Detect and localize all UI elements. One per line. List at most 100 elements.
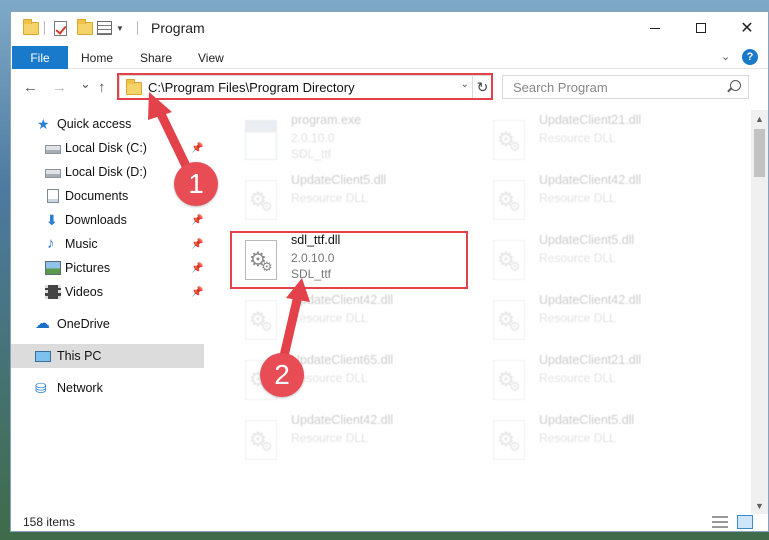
address-highlight-box [117, 73, 493, 100]
details-view-icon[interactable] [712, 516, 728, 528]
separator [137, 21, 138, 35]
large-icons-view-icon[interactable] [737, 515, 753, 529]
ribbon-tabs: File Home Share View ⌄ ? [11, 46, 768, 69]
file-item[interactable]: ⚙ ⚙ UpdateClient5.dll Resource DLL [479, 410, 714, 468]
file-highlight-box [230, 231, 468, 289]
maximize-icon [696, 23, 706, 33]
file-detail: Resource DLL [291, 191, 368, 205]
scroll-up-icon[interactable]: ▲ [751, 110, 768, 127]
network-icon: ⛁ [35, 380, 47, 396]
maximize-button[interactable] [678, 12, 724, 44]
sidebar-item-label: Videos [65, 285, 103, 299]
explorer-window: ▼ Program ✕ File Home Share View ⌄ ? ← →… [10, 11, 769, 532]
properties-checkbox-icon[interactable] [54, 21, 67, 36]
sidebar-item-label: Network [57, 381, 103, 395]
separator [44, 21, 45, 35]
sidebar-item-label: Local Disk (C:) [65, 141, 147, 155]
file-list: program.exe 2.0.10.0 SDL_ttf ⚙ ⚙ UpdateCl… [221, 110, 741, 510]
sidebar-item-pictures[interactable]: Pictures 📌 [11, 256, 204, 280]
file-item[interactable]: ⚙ ⚙ UpdateClient5.dll Resource DLL [479, 230, 714, 288]
file-name: UpdateClient42.dll [539, 293, 642, 307]
sidebar-item-local-disk-c[interactable]: Local Disk (C:) 📌 [11, 136, 204, 160]
new-folder-icon[interactable] [77, 19, 93, 35]
sidebar-item-label: This PC [57, 349, 102, 363]
sidebar-item-label: Pictures [65, 261, 111, 275]
exe-file-icon [245, 120, 277, 160]
disk-icon [45, 169, 61, 178]
customize-list-icon[interactable] [97, 21, 112, 35]
forward-button[interactable]: → [52, 79, 67, 96]
tab-view[interactable]: View [198, 51, 224, 65]
minimize-icon [650, 27, 660, 29]
search-input[interactable]: Search Program [502, 75, 749, 99]
navigation-pane: ★ Quick access Local Disk (C:) 📌 Local D… [11, 110, 206, 510]
item-count: 158 items [23, 515, 76, 529]
pin-icon[interactable]: 📌 [191, 239, 203, 250]
file-item[interactable]: program.exe 2.0.10.0 SDL_ttf [231, 110, 466, 168]
title-bar: ▼ Program ✕ [11, 12, 768, 46]
close-button[interactable]: ✕ [724, 12, 768, 44]
sidebar-item-music[interactable]: ♪ Music 📌 [11, 232, 204, 256]
file-name: UpdateClient21.dll [539, 353, 642, 367]
file-item[interactable]: ⚙ ⚙ UpdateClient21.dll Resource DLL [479, 110, 714, 168]
file-item[interactable]: ⚙ ⚙ UpdateClient42.dll Resource DLL [231, 290, 466, 348]
sidebar-item-label: Downloads [65, 213, 127, 227]
back-button[interactable]: ← [23, 79, 38, 96]
sidebar-item-this-pc[interactable]: This PC [11, 344, 204, 368]
file-item[interactable]: ⚙ ⚙ UpdateClient42.dll Resource DLL [231, 410, 466, 468]
file-detail: 2.0.10.0 [291, 131, 335, 145]
sidebar-item-label: Music [65, 237, 98, 251]
quick-access-toolbar-dropdown-icon[interactable]: ▼ [116, 24, 124, 33]
file-detail: Resource DLL [539, 311, 616, 325]
disk-icon [45, 145, 61, 154]
file-name: UpdateClient21.dll [539, 113, 642, 127]
sidebar-item-quick-access[interactable]: ★ Quick access [11, 112, 204, 136]
dll-file-icon: ⚙⚙ [493, 420, 525, 460]
chevron-down-icon[interactable]: ⌄ [721, 50, 730, 63]
videos-icon [45, 285, 61, 299]
help-icon: ? [742, 49, 758, 65]
pin-icon[interactable]: 📌 [191, 143, 203, 154]
pin-icon[interactable]: 📌 [191, 215, 203, 226]
file-item[interactable]: ⚙ ⚙ UpdateClient5.dll Resource DLL [231, 170, 466, 228]
sidebar-item-label: Quick access [57, 117, 132, 131]
file-name: UpdateClient5.dll [539, 413, 635, 427]
dll-file-icon: ⚙⚙ [245, 300, 277, 340]
file-detail: Resource DLL [291, 431, 368, 445]
file-item[interactable]: ⚙ ⚙ UpdateClient21.dll Resource DLL [479, 350, 714, 408]
recent-locations-button[interactable]: ⌄ [80, 76, 91, 92]
tab-share[interactable]: Share [140, 51, 172, 65]
file-item[interactable]: ⚙ ⚙ UpdateClient42.dll Resource DLL [479, 170, 714, 228]
file-name: program.exe [291, 113, 362, 127]
tab-file[interactable]: File [12, 46, 68, 69]
window-title: Program [151, 20, 205, 36]
downloads-icon: ⬇ [46, 212, 58, 228]
file-detail: Resource DLL [539, 251, 616, 265]
dll-file-icon: ⚙⚙ [493, 120, 525, 160]
file-name: UpdateClient42.dll [291, 293, 394, 307]
file-detail: Resource DLL [539, 191, 616, 205]
sidebar-item-network[interactable]: ⛁ Network [11, 376, 204, 400]
pin-icon[interactable]: 📌 [191, 263, 203, 274]
file-item[interactable]: ⚙ ⚙ UpdateClient42.dll Resource DLL [479, 290, 714, 348]
up-button[interactable]: ↑ [98, 79, 106, 96]
callout-2: 2 [260, 353, 304, 397]
sidebar-item-downloads[interactable]: ⬇ Downloads 📌 [11, 208, 204, 232]
this-pc-icon [35, 350, 51, 362]
scrollbar-thumb[interactable] [754, 129, 765, 177]
search-placeholder: Search Program [513, 80, 608, 95]
file-name: UpdateClient5.dll [539, 233, 635, 247]
onedrive-icon: ☁ [35, 315, 50, 332]
sidebar-item-label: Documents [65, 189, 129, 203]
sidebar-item-videos[interactable]: Videos 📌 [11, 280, 204, 304]
pin-icon[interactable]: 📌 [191, 287, 203, 298]
help-button[interactable]: ? [742, 49, 758, 65]
search-icon[interactable] [730, 80, 741, 91]
file-detail: Resource DLL [539, 431, 616, 445]
vertical-scrollbar[interactable]: ▲ ▼ [751, 110, 768, 514]
file-detail: Resource DLL [291, 311, 368, 325]
minimize-button[interactable] [632, 12, 678, 44]
tab-home[interactable]: Home [81, 51, 113, 65]
status-bar: 158 items [11, 512, 768, 531]
sidebar-item-onedrive[interactable]: ☁ OneDrive [11, 312, 204, 336]
